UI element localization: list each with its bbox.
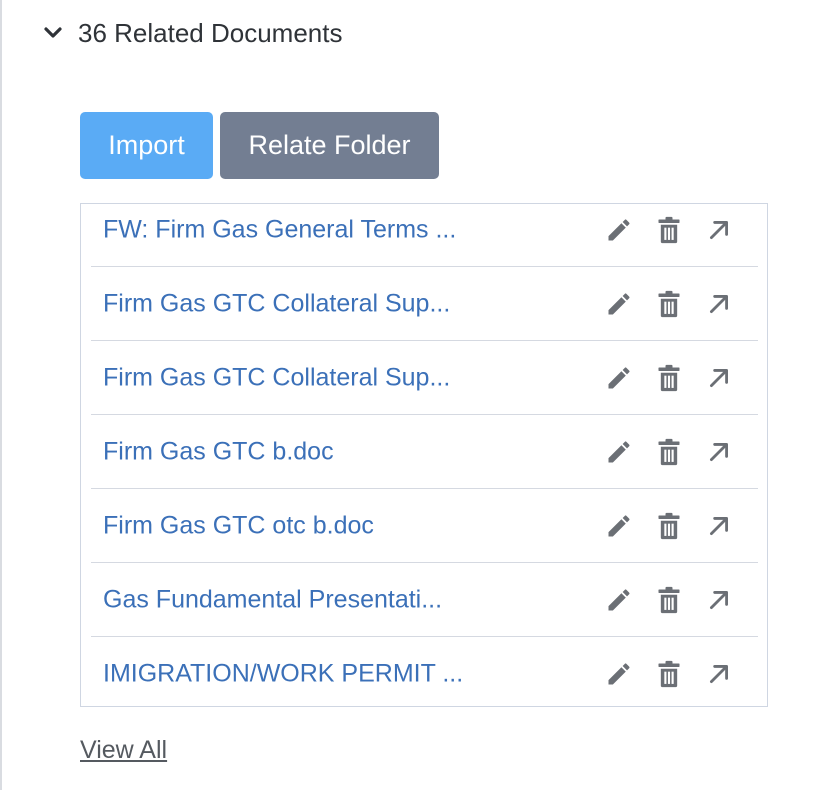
trash-icon[interactable] (653, 658, 685, 690)
import-button[interactable]: Import (80, 112, 213, 179)
trash-icon[interactable] (653, 288, 685, 320)
document-link[interactable]: Firm Gas GTC b.doc (103, 437, 334, 466)
document-row: Firm Gas GTC b.doc (91, 415, 758, 489)
pencil-icon[interactable] (603, 584, 635, 616)
action-buttons: Import Relate Folder (80, 112, 439, 179)
document-actions (603, 288, 735, 320)
document-link[interactable]: Firm Gas GTC Collateral Sup... (103, 363, 450, 392)
document-actions (603, 362, 735, 394)
document-row: Gas Fundamental Presentati... (91, 563, 758, 637)
document-row: Firm Gas GTC otc b.doc (91, 489, 758, 563)
document-row: FW: Firm Gas General Terms ... (91, 204, 758, 267)
document-link[interactable]: Firm Gas GTC otc b.doc (103, 511, 374, 540)
related-documents-header[interactable]: 36 Related Documents (42, 14, 342, 52)
document-row: IMIGRATION/WORK PERMIT ... (91, 637, 758, 706)
document-actions (603, 436, 735, 468)
trash-icon[interactable] (653, 436, 685, 468)
pencil-icon[interactable] (603, 214, 635, 246)
trash-icon[interactable] (653, 510, 685, 542)
pencil-icon[interactable] (603, 436, 635, 468)
documents-list: FW: Firm Gas General Terms ... Firm Gas G… (91, 204, 758, 706)
document-row: Firm Gas GTC Collateral Sup... (91, 267, 758, 341)
open-arrow-icon[interactable] (703, 214, 735, 246)
pencil-icon[interactable] (603, 510, 635, 542)
chevron-down-icon[interactable] (42, 22, 64, 44)
section-title: 36 Related Documents (78, 17, 343, 48)
trash-icon[interactable] (653, 584, 685, 616)
document-actions (603, 584, 735, 616)
document-link[interactable]: IMIGRATION/WORK PERMIT ... (103, 660, 463, 689)
open-arrow-icon[interactable] (703, 362, 735, 394)
pencil-icon[interactable] (603, 362, 635, 394)
trash-icon[interactable] (653, 214, 685, 246)
trash-icon[interactable] (653, 362, 685, 394)
document-link[interactable]: Gas Fundamental Presentati... (103, 585, 442, 614)
open-arrow-icon[interactable] (703, 436, 735, 468)
document-actions (603, 510, 735, 542)
open-arrow-icon[interactable] (703, 288, 735, 320)
pencil-icon[interactable] (603, 288, 635, 320)
document-link[interactable]: Firm Gas GTC Collateral Sup... (103, 289, 450, 318)
document-row: Firm Gas GTC Collateral Sup... (91, 341, 758, 415)
open-arrow-icon[interactable] (703, 584, 735, 616)
related-documents-page: 36 Related Documents Import Relate Folde… (0, 0, 830, 790)
document-link[interactable]: FW: Firm Gas General Terms ... (103, 215, 456, 244)
view-all-link[interactable]: View All (80, 736, 167, 765)
open-arrow-icon[interactable] (703, 510, 735, 542)
document-actions (603, 658, 735, 690)
open-arrow-icon[interactable] (703, 658, 735, 690)
document-actions (603, 214, 735, 246)
pencil-icon[interactable] (603, 658, 635, 690)
relate-folder-button[interactable]: Relate Folder (220, 112, 439, 179)
documents-panel[interactable]: FW: Firm Gas General Terms ... Firm Gas G… (80, 203, 768, 707)
